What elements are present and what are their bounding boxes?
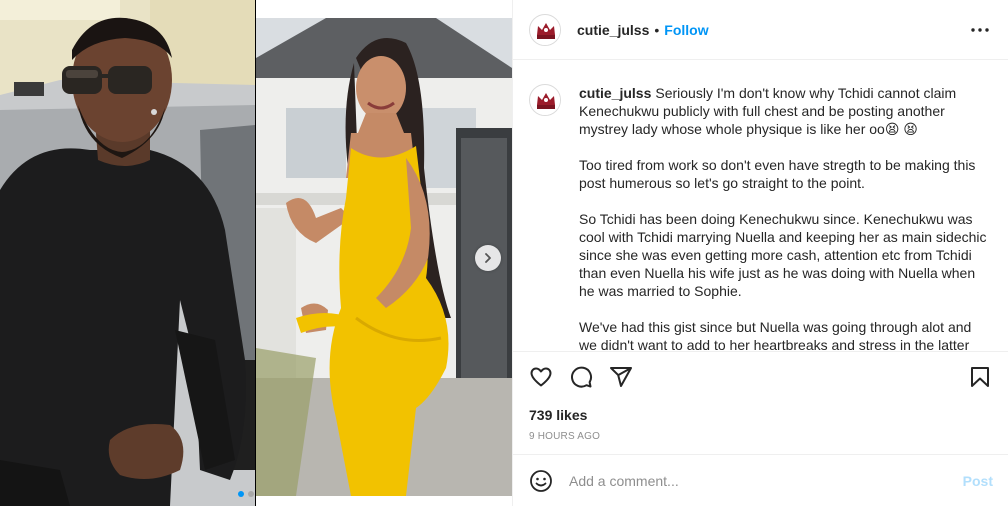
photo-man-illustration [0,0,255,506]
caption-avatar[interactable] [529,84,561,116]
caption-paragraph: So Tchidi has been doing Kenechukwu sinc… [579,211,987,299]
photo-man [0,0,255,506]
comment-bar: Post [513,454,1008,506]
caption-paragraph: We've had this gist since but Nuella was… [579,319,972,352]
avatar-crown-logo [531,86,560,115]
photo-woman [256,0,512,506]
heart-icon[interactable] [529,365,553,389]
share-icon[interactable] [609,365,633,389]
carousel-next-button[interactable] [475,245,501,271]
emoji-icon[interactable] [529,469,553,493]
caption-paragraph: cutie_julss Seriously I'm don't know why … [579,84,989,138]
photo-woman-illustration [256,18,512,496]
caption-text: cutie_julss Seriously I'm don't know why … [579,84,989,351]
avatar-crown-logo [531,15,560,45]
likes-count[interactable]: 739 likes [513,404,1008,426]
action-bar [513,352,1008,402]
comment-icon[interactable] [569,365,593,389]
carousel-dot-active [238,491,244,497]
comment-input[interactable] [569,472,963,489]
post-media[interactable] [0,0,512,506]
carousel-dot [248,491,254,497]
chevron-right-icon [485,253,491,263]
caption-paragraph: Too tired from work so don't even have s… [579,157,976,191]
post-header: cutie_julss • Follow [513,0,1008,60]
post-timestamp[interactable]: 9 HOURS AGO [513,429,1008,445]
carousel-indicator [238,491,254,497]
post-comment-button[interactable]: Post [963,473,993,489]
post-details-panel: cutie_julss • Follow cutie_julss Seriousl… [512,0,1008,506]
header-separator: • [654,21,660,38]
more-horizontal-icon [971,27,989,32]
more-options-button[interactable] [968,18,992,42]
bookmark-icon[interactable] [968,365,992,389]
post-author-username[interactable]: cutie_julss [577,22,649,38]
caption-section: cutie_julss Seriously I'm don't know why … [513,60,1008,352]
follow-button[interactable]: Follow [664,22,708,38]
avatar[interactable] [529,13,561,46]
caption-username[interactable]: cutie_julss [579,85,651,101]
